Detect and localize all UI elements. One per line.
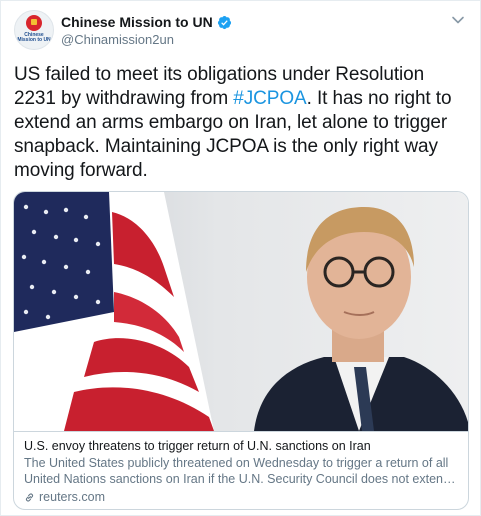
card-description: The United States publicly threatened on… (24, 455, 458, 487)
card-domain: reuters.com (24, 489, 458, 505)
avatar-label: Chinese Mission to UN (17, 32, 51, 43)
card-domain-text: reuters.com (39, 490, 105, 504)
tweet-text: US failed to meet its obligations under … (14, 63, 469, 183)
tweet: Chinese Mission to UN Chinese Mission to… (0, 0, 481, 516)
link-card[interactable]: U.S. envoy threatens to trigger return o… (13, 191, 469, 510)
chevron-down-icon[interactable] (451, 13, 465, 27)
card-title: U.S. envoy threatens to trigger return o… (24, 439, 371, 453)
verified-badge-icon (217, 15, 231, 29)
card-image (14, 192, 468, 431)
link-icon (25, 492, 34, 502)
display-name-text: Chinese Mission to UN (61, 14, 213, 30)
author-display-name[interactable]: Chinese Mission to UN (61, 14, 232, 30)
national-emblem-icon (26, 15, 42, 31)
card-description-line: The United States publicly threatened on… (24, 456, 449, 470)
card-body: U.S. envoy threatens to trigger return o… (14, 431, 468, 509)
card-description-line: United Nations sanctions on Iran if the … (24, 472, 458, 486)
author-handle[interactable]: @Chinamission2un (61, 32, 174, 47)
avatar[interactable]: Chinese Mission to UN (14, 10, 54, 50)
hashtag-link[interactable]: #JCPOA (233, 88, 306, 109)
